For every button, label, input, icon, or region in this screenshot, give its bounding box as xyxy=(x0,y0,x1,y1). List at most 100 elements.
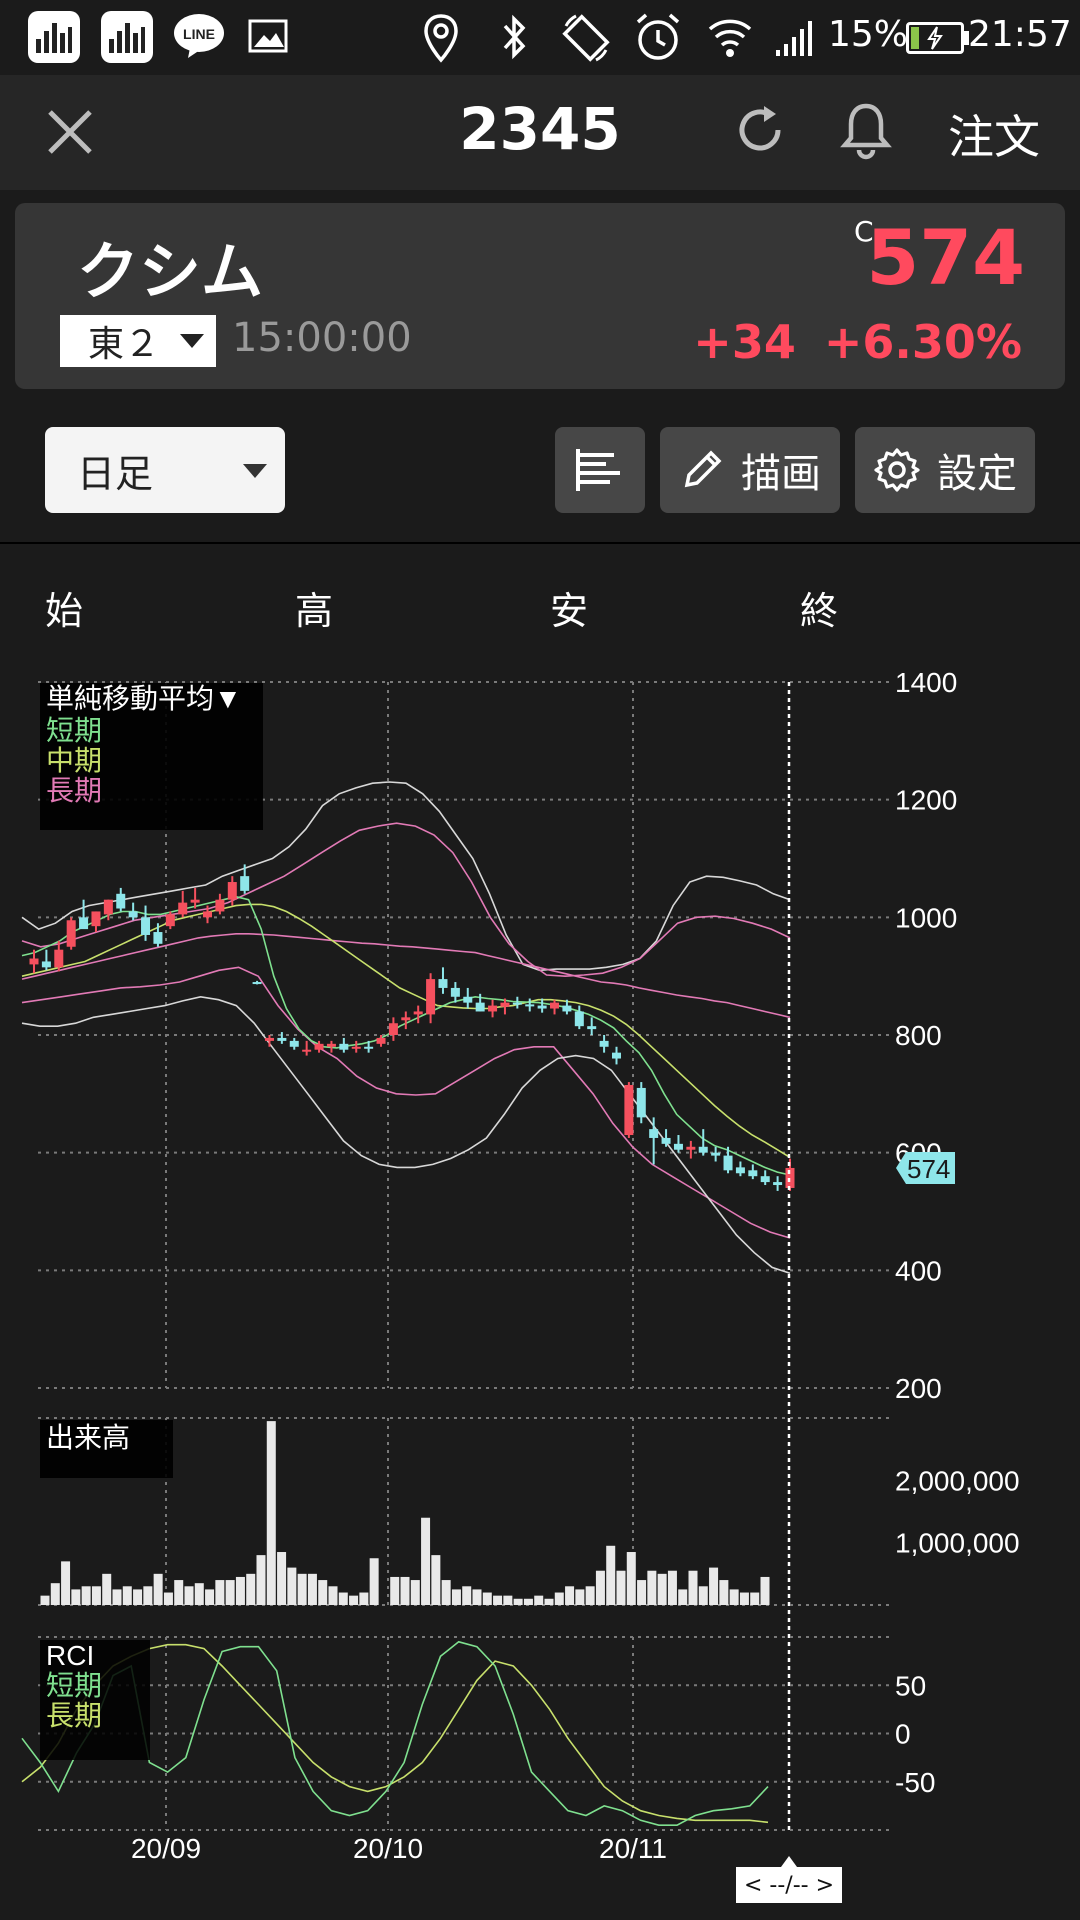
volume-bar xyxy=(400,1576,410,1605)
price-axis-label: 400 xyxy=(895,1255,942,1286)
candle-body xyxy=(673,1143,683,1150)
volume-bar xyxy=(71,1589,81,1605)
volume-bar xyxy=(369,1558,379,1605)
date-navigator[interactable]: < --/-- > xyxy=(736,1867,842,1903)
volume-bar xyxy=(688,1570,698,1605)
volume-bar xyxy=(575,1589,585,1605)
volume-bar xyxy=(410,1580,420,1605)
volume-bar xyxy=(667,1570,677,1605)
rci-legend-short: 短期 xyxy=(46,1670,102,1701)
volume-bar xyxy=(50,1583,60,1605)
candle-body xyxy=(711,1152,721,1156)
candle-body xyxy=(426,979,436,1015)
rci-legend-long: 長期 xyxy=(46,1700,102,1731)
low-label: 安 xyxy=(550,589,589,633)
candle-body xyxy=(190,899,200,903)
candle-body xyxy=(227,882,237,900)
candle-body xyxy=(277,1037,287,1041)
ma-mid-line xyxy=(21,903,791,1159)
legend-mid: 中期 xyxy=(46,745,102,776)
period-label: 日足 xyxy=(77,451,154,496)
stock-name: クシム xyxy=(77,235,264,308)
candle-body xyxy=(488,1005,498,1012)
gear-icon xyxy=(874,448,920,492)
candle-body xyxy=(41,961,51,968)
candle-body xyxy=(723,1155,733,1171)
candle-body xyxy=(562,1005,572,1012)
candle-body xyxy=(525,1004,535,1007)
market-select[interactable]: 東２ xyxy=(60,315,216,367)
volume-bar xyxy=(349,1595,359,1605)
close-button[interactable] xyxy=(40,102,100,162)
candle-body xyxy=(748,1170,758,1177)
price-axis-label: 1400 xyxy=(895,667,957,698)
volume-bar xyxy=(133,1589,143,1605)
chevron-down-icon xyxy=(180,334,204,348)
candle-body xyxy=(537,1005,547,1009)
candle-body xyxy=(611,1052,621,1059)
candle-body xyxy=(302,1049,312,1052)
candle-body xyxy=(760,1176,770,1183)
refresh-button[interactable] xyxy=(730,100,790,160)
date-axis-label: 20/11 xyxy=(599,1833,667,1864)
order-button[interactable]: 注文 xyxy=(948,101,1040,167)
volume-bar xyxy=(112,1589,122,1605)
volume-bar xyxy=(40,1595,50,1605)
volume-bar xyxy=(585,1586,595,1605)
volume-bar xyxy=(61,1561,71,1605)
draw-label: 描画 xyxy=(741,451,821,497)
candle-body xyxy=(91,911,101,927)
current-price: 574 xyxy=(866,213,1025,302)
volume-bar xyxy=(174,1580,184,1605)
volume-bar xyxy=(338,1592,348,1605)
candle-body xyxy=(450,987,460,997)
candle-body xyxy=(314,1043,324,1050)
candle-body xyxy=(240,876,250,891)
candle-body xyxy=(500,1002,510,1007)
volume-bar xyxy=(307,1573,317,1605)
volume-bar xyxy=(215,1580,225,1605)
candle-body xyxy=(326,1043,336,1047)
candle-body xyxy=(649,1129,659,1138)
candle-body xyxy=(376,1037,386,1044)
volume-bar xyxy=(493,1595,503,1605)
status-bar: LINE 15% 21:57 xyxy=(0,0,1080,75)
volume-bar xyxy=(441,1580,451,1605)
candle-body xyxy=(735,1167,745,1174)
period-select[interactable]: 日足 xyxy=(45,427,285,513)
date-axis-label: 20/10 xyxy=(353,1833,423,1864)
bluetooth-icon xyxy=(494,14,534,60)
app-chart-icon xyxy=(28,11,80,63)
candle-body xyxy=(686,1146,696,1150)
rci-axis-label: 0 xyxy=(895,1719,911,1750)
high-label: 高 xyxy=(295,589,334,633)
volume-bar xyxy=(431,1555,441,1605)
price-axis-label: 1000 xyxy=(895,902,957,933)
alert-button[interactable] xyxy=(836,100,896,162)
candle-body xyxy=(698,1146,708,1153)
volume-bar xyxy=(91,1586,101,1605)
stock-info-card: クシム 東２ 15:00:00 C 574 +34 +6.30% xyxy=(15,203,1065,389)
volume-bar xyxy=(606,1545,616,1605)
svg-text:LINE: LINE xyxy=(183,26,215,42)
rotate-icon xyxy=(560,12,612,64)
bell-icon xyxy=(840,103,892,160)
candle-body xyxy=(289,1040,299,1047)
volume-bar xyxy=(698,1586,708,1605)
change-percent: +6.30% xyxy=(823,315,1022,369)
candle-body xyxy=(203,911,213,918)
stock-chart[interactable]: 200400600800100012001400574単純移動平均▼短期中期長期… xyxy=(0,660,1080,1920)
board-button[interactable] xyxy=(555,427,645,513)
volume-bar xyxy=(709,1567,719,1605)
volume-bar xyxy=(513,1598,523,1605)
volume-bar xyxy=(266,1421,276,1605)
battery-icon xyxy=(906,22,964,54)
last-price-label: 574 xyxy=(907,1154,950,1184)
volume-bar xyxy=(626,1552,636,1605)
settings-button[interactable]: 設定 xyxy=(855,427,1035,513)
price-axis-label: 1200 xyxy=(895,785,957,816)
volume-bar xyxy=(534,1595,544,1605)
candle-body xyxy=(351,1046,361,1049)
signal-icon xyxy=(774,16,818,60)
draw-button[interactable]: 描画 xyxy=(660,427,840,513)
